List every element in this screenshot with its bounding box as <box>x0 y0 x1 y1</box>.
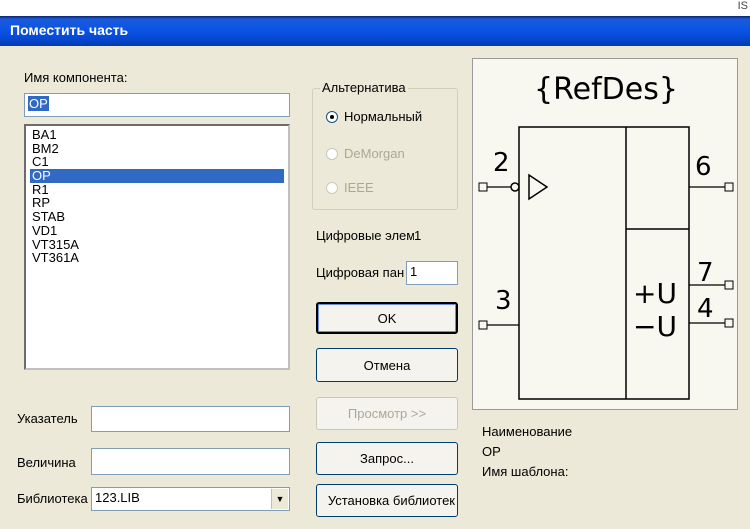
digital-elements-label: Цифровые элементы: <box>316 228 414 245</box>
digital-elements-label-text: Цифровые элементы: <box>316 228 414 243</box>
pin-2-number: 2 <box>493 148 510 178</box>
designator-input[interactable] <box>91 406 290 432</box>
component-name-label: Имя компонента: <box>24 70 128 85</box>
symbol-drawing: {RefDes} 2 3 6 7 4 +U −U <box>478 72 734 400</box>
minus-u-label: −U <box>633 310 677 343</box>
radio-demorgan-label: DeMorgan <box>344 146 405 161</box>
list-item[interactable]: VT315A <box>30 237 284 252</box>
radio-demorgan[interactable]: DeMorgan <box>326 146 405 161</box>
pin-2-terminal <box>478 182 488 192</box>
list-item[interactable]: VT361A <box>30 251 284 265</box>
list-item[interactable]: BM2 <box>30 141 284 156</box>
library-select[interactable]: 123.LIB ▼ <box>91 487 290 511</box>
install-library-label: Установка библиотек <box>327 493 455 508</box>
digital-panel-label: Цифровая панель: <box>316 265 404 282</box>
top-strip: IS <box>0 0 750 16</box>
symbol-preview: {RefDes} 2 3 6 7 4 +U −U <box>472 58 738 410</box>
cancel-button[interactable]: Отмена <box>316 348 458 382</box>
radio-normal-label: Нормальный <box>344 109 423 124</box>
alternative-group-title: Альтернатива <box>320 80 408 95</box>
amp-triangle-icon <box>528 173 549 201</box>
chevron-down-icon[interactable]: ▼ <box>271 489 288 509</box>
plus-u-label: +U <box>633 277 677 310</box>
library-select-value: 123.LIB <box>95 490 140 505</box>
list-item[interactable]: C1 <box>30 155 284 169</box>
name-value: OP <box>482 444 501 459</box>
refdes-text: {RefDes} <box>534 72 678 107</box>
preview-button[interactable]: Просмотр >> <box>316 397 458 430</box>
top-right-text: IS <box>737 0 748 12</box>
component-name-value: OP <box>28 96 49 111</box>
radio-circle <box>326 147 338 160</box>
value-input[interactable] <box>91 448 290 475</box>
list-item[interactable]: STAB <box>30 210 284 224</box>
pin-7-number: 7 <box>697 258 714 288</box>
install-library-button[interactable]: Установка библиотек <box>316 484 458 517</box>
title-bar[interactable]: Поместить часть <box>0 16 750 46</box>
pin-2-bubble <box>510 182 520 192</box>
designator-label: Указатель <box>17 411 78 426</box>
pin-3-terminal <box>478 320 488 330</box>
radio-ieee-label: IEEE <box>344 180 374 195</box>
pin-6-terminal <box>724 182 734 192</box>
pin-7-terminal <box>724 280 734 290</box>
component-name-input[interactable]: OP <box>24 93 290 117</box>
radio-circle <box>326 110 338 123</box>
component-list[interactable]: BA1 BM2 C1 OP R1 RP STAB VD1 VT315A VT361A <box>24 124 290 370</box>
pin-4-terminal <box>724 318 734 328</box>
digital-panel-input[interactable]: 1 <box>406 261 458 285</box>
radio-ieee[interactable]: IEEE <box>326 180 374 195</box>
library-label: Библиотека <box>17 491 88 506</box>
digital-panel-label-text: Цифровая панель: <box>316 265 404 280</box>
pin-4-number: 4 <box>697 294 714 324</box>
list-item[interactable]: BA1 <box>30 128 284 142</box>
query-button[interactable]: Запрос... <box>316 442 458 475</box>
list-item[interactable]: VD1 <box>30 224 284 238</box>
symbol-body <box>518 126 690 400</box>
ok-button[interactable]: OK <box>316 302 458 334</box>
list-item[interactable]: R1 <box>30 183 284 197</box>
pin-3-number: 3 <box>495 286 512 316</box>
name-label: Наименование <box>482 424 573 439</box>
radio-normal[interactable]: Нормальный <box>326 109 422 124</box>
digital-elements-value: 1 <box>414 228 422 243</box>
window-title: Поместить часть <box>10 22 129 38</box>
value-label: Величина <box>17 455 76 470</box>
list-item[interactable]: RP <box>30 196 284 210</box>
pin-6-number: 6 <box>695 152 712 182</box>
radio-dot <box>330 114 334 119</box>
list-item[interactable]: OP <box>30 169 284 183</box>
template-name-label: Имя шаблона: <box>482 464 569 479</box>
radio-circle <box>326 181 338 194</box>
